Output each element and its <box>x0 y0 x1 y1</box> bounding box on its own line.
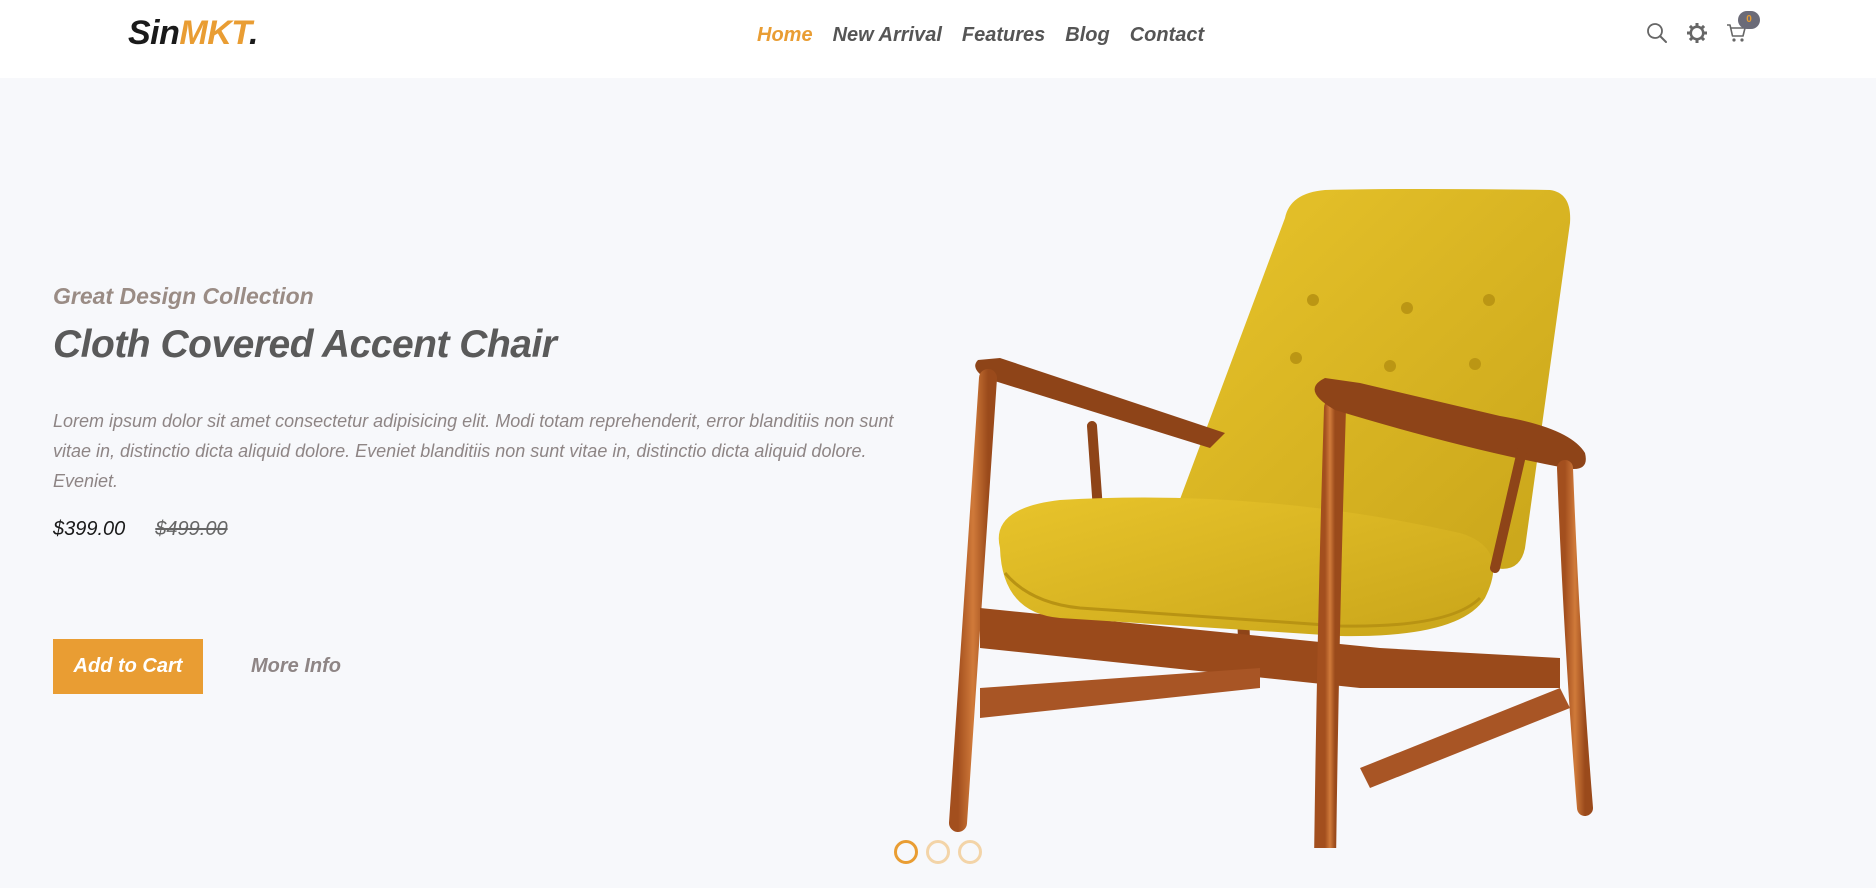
logo-part-dot: . <box>249 14 258 52</box>
site-header: SinMKT. Home New Arrival Features Blog C… <box>0 0 1876 78</box>
logo-part-sin: Sin <box>128 14 180 52</box>
nav-new-arrival[interactable]: New Arrival <box>833 24 942 47</box>
nav-features[interactable]: Features <box>962 24 1045 47</box>
hero-subtitle: Great Design Collection <box>53 283 314 309</box>
current-price: $399.00 <box>53 518 126 540</box>
nav-blog[interactable]: Blog <box>1065 24 1109 47</box>
gear-icon[interactable] <box>1686 22 1708 44</box>
hero-description: Lorem ipsum dolor sit amet consectetur a… <box>53 411 894 491</box>
slider-dot-3[interactable] <box>958 840 982 864</box>
old-price: $499.00 <box>155 518 228 540</box>
nav-contact[interactable]: Contact <box>1130 24 1204 47</box>
hero-slider: Great Design Collection Cloth Covered Ac… <box>0 78 1876 888</box>
product-image-chair <box>940 128 1620 874</box>
header-icons: 0 <box>1646 11 1760 44</box>
slider-dot-1[interactable] <box>894 840 918 864</box>
price-row: $399.00 $499.00 <box>53 518 228 541</box>
slider-dots <box>894 840 982 864</box>
add-to-cart-button[interactable]: Add to Cart <box>53 639 203 694</box>
logo-part-mkt: MKT <box>179 14 250 52</box>
slider-dot-2[interactable] <box>926 840 950 864</box>
more-info-link[interactable]: More Info <box>251 655 341 678</box>
cart-icon[interactable]: 0 <box>1726 11 1760 44</box>
hero-title: Cloth Covered Accent Chair <box>53 323 557 366</box>
search-icon[interactable] <box>1646 22 1668 44</box>
logo[interactable]: SinMKT. <box>128 14 258 53</box>
nav-home[interactable]: Home <box>757 24 813 47</box>
main-nav: Home New Arrival Features Blog Contact <box>757 24 1204 47</box>
cart-count-badge: 0 <box>1738 11 1760 29</box>
